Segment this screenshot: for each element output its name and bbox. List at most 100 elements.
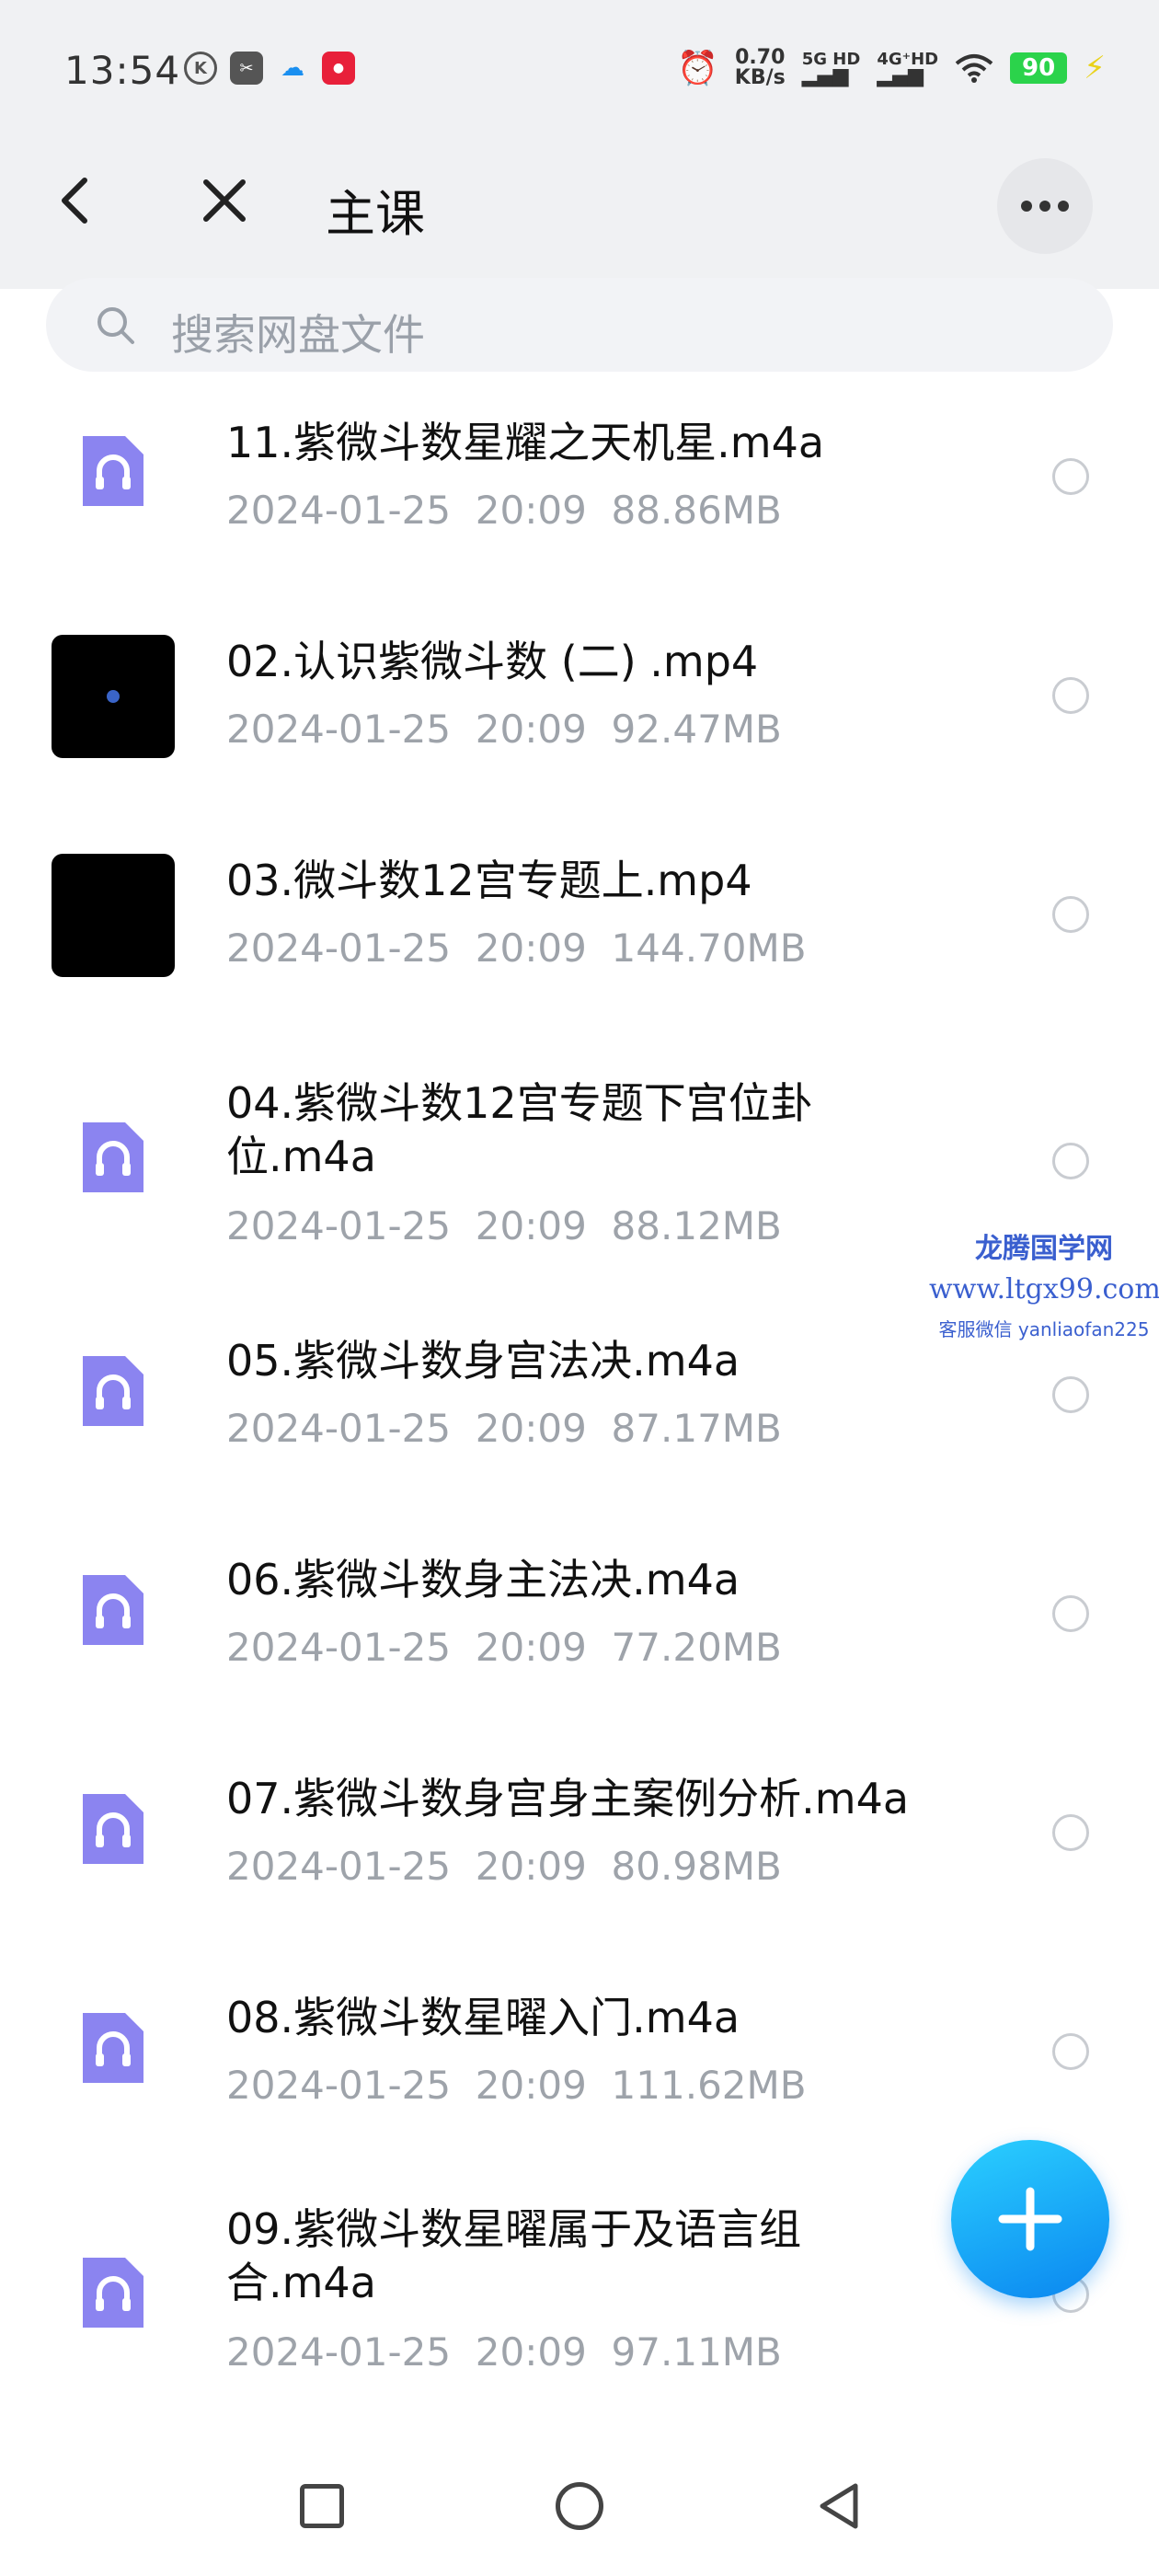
file-meta: 2024-01-25 20:09 92.47MB [226, 707, 782, 752]
file-date: 2024-01-25 [226, 1406, 452, 1451]
wifi-icon [955, 54, 993, 83]
app-header: 主课 [0, 116, 1159, 289]
back-button[interactable] [48, 171, 107, 230]
signal-5g: 5G HD ▂▄▆ [801, 52, 861, 87]
select-radio[interactable] [1052, 2033, 1089, 2070]
file-name: 02.认识紫微斗数 (二) .mp4 [226, 637, 759, 686]
file-size: 80.98MB [611, 1844, 782, 1889]
file-time: 20:09 [475, 926, 587, 971]
signal-bars-icon: ▂▄▆ [877, 64, 924, 87]
file-meta: 2024-01-25 20:09 144.70MB [226, 926, 807, 971]
file-size: 97.11MB [611, 2329, 782, 2375]
file-name: 06.紫微斗数身主法决.m4a [226, 1555, 740, 1604]
file-row[interactable]: 06.紫微斗数身主法决.m4a 2024-01-25 20:09 77.20MB [0, 1518, 1159, 1737]
dot [1058, 201, 1069, 212]
cloud-app-icon: ☁ [281, 54, 304, 82]
system-back-button[interactable] [813, 2480, 865, 2532]
file-date: 2024-01-25 [226, 707, 452, 752]
select-radio[interactable] [1052, 896, 1089, 933]
alarm-icon: ⏰ [676, 50, 718, 87]
audio-file-icon [83, 1356, 143, 1426]
select-radio[interactable] [1052, 1143, 1089, 1179]
network-speed: 0.70 KB/s [735, 48, 786, 88]
file-time: 20:09 [475, 1203, 587, 1248]
watermark-url: www.ltgx99.com [929, 1273, 1159, 1305]
file-date: 2024-01-25 [226, 2329, 452, 2375]
home-button[interactable] [556, 2482, 603, 2530]
system-nav-bar [0, 2438, 1159, 2576]
audio-file-icon [83, 436, 143, 506]
file-size: 87.17MB [611, 1406, 782, 1451]
file-date: 2024-01-25 [226, 926, 452, 971]
video-thumbnail [52, 635, 175, 758]
audio-file-icon [83, 1575, 143, 1645]
file-time: 20:09 [475, 2329, 587, 2375]
select-radio[interactable] [1052, 677, 1089, 714]
file-meta: 2024-01-25 20:09 77.20MB [226, 1625, 782, 1670]
file-date: 2024-01-25 [226, 488, 452, 533]
file-size: 92.47MB [611, 707, 782, 752]
k-app-icon: K [184, 52, 217, 85]
page-title: 主课 [326, 185, 425, 243]
audio-file-icon [83, 2013, 143, 2083]
file-date: 2024-01-25 [226, 2063, 452, 2108]
file-meta: 2024-01-25 20:09 88.86MB [226, 488, 782, 533]
file-row[interactable]: 02.认识紫微斗数 (二) .mp4 2024-01-25 20:09 92.4… [0, 591, 1159, 810]
signal-bars-icon: ▂▄▆ [801, 64, 849, 87]
red-app-icon: ● [322, 52, 355, 85]
status-right: ⏰ 0.70 KB/s 5G HD ▂▄▆ 4G⁺HD ▂▄▆ 90 ⚡ [677, 48, 1106, 88]
video-thumbnail [52, 854, 175, 977]
more-options-button[interactable] [997, 158, 1093, 254]
watermark-contact: 客服微信 yanliaofan225 [938, 1318, 1150, 1340]
watermark-title: 龙腾国学网 [975, 1233, 1113, 1265]
file-time: 20:09 [475, 707, 587, 752]
file-row[interactable]: 07.紫微斗数身宫身主案例分析.m4a 2024-01-25 20:09 80.… [0, 1737, 1159, 1956]
file-time: 20:09 [475, 1625, 587, 1670]
battery-indicator: 90 [1010, 52, 1068, 84]
file-date: 2024-01-25 [226, 1844, 452, 1889]
file-date: 2024-01-25 [226, 1203, 452, 1248]
watermark: 龙腾国学网 www.ltgx99.com 客服微信 yanliaofan225 [929, 1225, 1159, 1341]
search-input[interactable]: 搜索网盘文件 [171, 302, 999, 362]
file-meta: 2024-01-25 20:09 97.11MB [226, 2329, 782, 2375]
file-name: 08.紫微斗数星曜入门.m4a [226, 1993, 740, 2042]
audio-file-icon [83, 2258, 143, 2328]
recents-button[interactable] [300, 2484, 344, 2528]
file-time: 20:09 [475, 2063, 587, 2108]
file-time: 20:09 [475, 488, 587, 533]
select-radio[interactable] [1052, 1814, 1089, 1851]
charging-icon: ⚡ [1084, 50, 1106, 86]
select-radio[interactable] [1052, 1376, 1089, 1413]
select-radio[interactable] [1052, 458, 1089, 495]
file-row[interactable]: 03.微斗数12宫专题上.mp4 2024-01-25 20:09 144.70… [0, 810, 1159, 1029]
file-name: 05.紫微斗数身宫法决.m4a [226, 1336, 740, 1386]
dot [1021, 201, 1032, 212]
speed-unit: KB/s [734, 66, 786, 89]
scissors-app-icon: ✂ [230, 52, 263, 85]
search-bar[interactable]: 搜索网盘文件 [46, 278, 1113, 372]
close-button[interactable] [195, 171, 254, 230]
status-bar: 13:54 K ✂ ☁ ● ⏰ 0.70 KB/s 5G HD ▂▄▆ 4G⁺H… [0, 0, 1159, 116]
file-meta: 2024-01-25 20:09 88.12MB [226, 1203, 782, 1248]
audio-file-icon [83, 1122, 143, 1192]
file-name: 11.紫微斗数星耀之天机星.m4a [226, 418, 825, 467]
file-name: 03.微斗数12宫专题上.mp4 [226, 856, 752, 905]
file-size: 77.20MB [611, 1625, 782, 1670]
thumbnail-dot [107, 690, 120, 703]
file-size: 111.62MB [611, 2063, 807, 2108]
file-name: 09.紫微斗数星曜属于及语言组合.m4a [226, 2204, 802, 2307]
dot [1039, 201, 1050, 212]
select-radio[interactable] [1052, 1595, 1089, 1632]
audio-file-icon [83, 1794, 143, 1864]
plus-icon [998, 2187, 1062, 2251]
file-time: 20:09 [475, 1406, 587, 1451]
signal-4g: 4G⁺HD ▂▄▆ [877, 52, 938, 87]
file-size: 144.70MB [611, 926, 807, 971]
file-size: 88.86MB [611, 488, 782, 533]
add-button[interactable] [951, 2140, 1109, 2298]
file-meta: 2024-01-25 20:09 80.98MB [226, 1844, 782, 1889]
file-time: 20:09 [475, 1844, 587, 1889]
file-row[interactable]: 11.紫微斗数星耀之天机星.m4a 2024-01-25 20:09 88.86… [0, 372, 1159, 591]
file-meta: 2024-01-25 20:09 111.62MB [226, 2063, 807, 2108]
file-name: 04.紫微斗数12宫专题下宫位卦位.m4a [226, 1078, 813, 1181]
